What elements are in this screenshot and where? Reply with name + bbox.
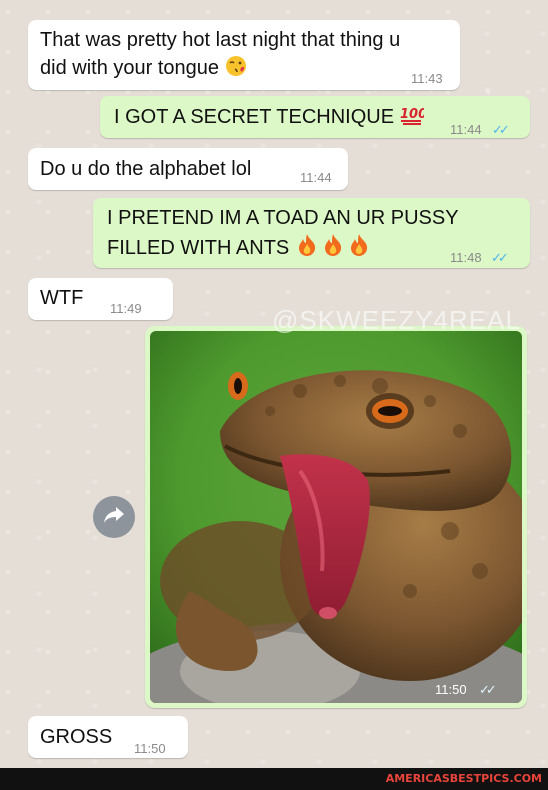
hundred-points-emoji-icon: 100: [400, 104, 427, 134]
toad-image[interactable]: [150, 331, 522, 703]
watermark: @SKWEEZY4REAL: [272, 305, 521, 335]
image-message-bubble[interactable]: 11:50 ✓✓: [145, 326, 527, 708]
message-bubble-incoming[interactable]: Do u do the alphabet lol 11:44: [28, 148, 348, 190]
svg-text:100: 100: [400, 107, 424, 122]
share-arrow-icon: [103, 506, 125, 529]
message-bubble-incoming[interactable]: That was pretty hot last night that thin…: [28, 20, 460, 90]
message-time: 11:48: [450, 250, 482, 265]
message-bubble-incoming[interactable]: WTF 11:49: [28, 278, 173, 320]
forward-button[interactable]: [93, 496, 135, 538]
message-time: 11:43: [411, 71, 443, 86]
message-text: I GOT A SECRET TECHNIQUE 100: [114, 103, 427, 134]
message-time: 11:49: [110, 301, 142, 316]
read-ticks-icon: ✓✓: [492, 122, 510, 137]
message-bubble-outgoing[interactable]: I PRETEND IM A TOAD AN UR PUSSY FILLED W…: [93, 198, 530, 268]
read-ticks-icon: ✓✓: [491, 250, 509, 265]
chat-background: That was pretty hot last night that thin…: [0, 0, 548, 768]
message-time: 11:50: [134, 741, 166, 756]
message-text: I PRETEND IM A TOAD AN UR PUSSY: [107, 207, 459, 229]
read-ticks-icon: ✓✓: [479, 682, 497, 697]
message-text: FILLED WITH ANTS: [107, 233, 373, 265]
kissing-face-emoji-icon: [225, 55, 247, 85]
message-text: WTF: [40, 287, 84, 309]
message-text: did with your tongue: [40, 54, 247, 85]
message-text: GROSS: [40, 726, 113, 748]
message-time: 11:44: [450, 122, 482, 137]
message-time: 11:50: [435, 682, 467, 697]
message-text: Do u do the alphabet lol: [40, 158, 252, 180]
message-bubble-outgoing[interactable]: I GOT A SECRET TECHNIQUE 100 11:44 ✓✓: [100, 96, 530, 138]
message-time: 11:44: [300, 170, 332, 185]
message-bubble-incoming[interactable]: GROSS 11:50: [28, 716, 188, 758]
site-url: AMERICASBESTPICS.COM: [385, 772, 542, 785]
message-text: That was pretty hot last night that thin…: [40, 29, 401, 51]
site-footer: AMERICASBESTPICS.COM: [0, 768, 548, 790]
fire-emoji-icon: [295, 233, 373, 265]
